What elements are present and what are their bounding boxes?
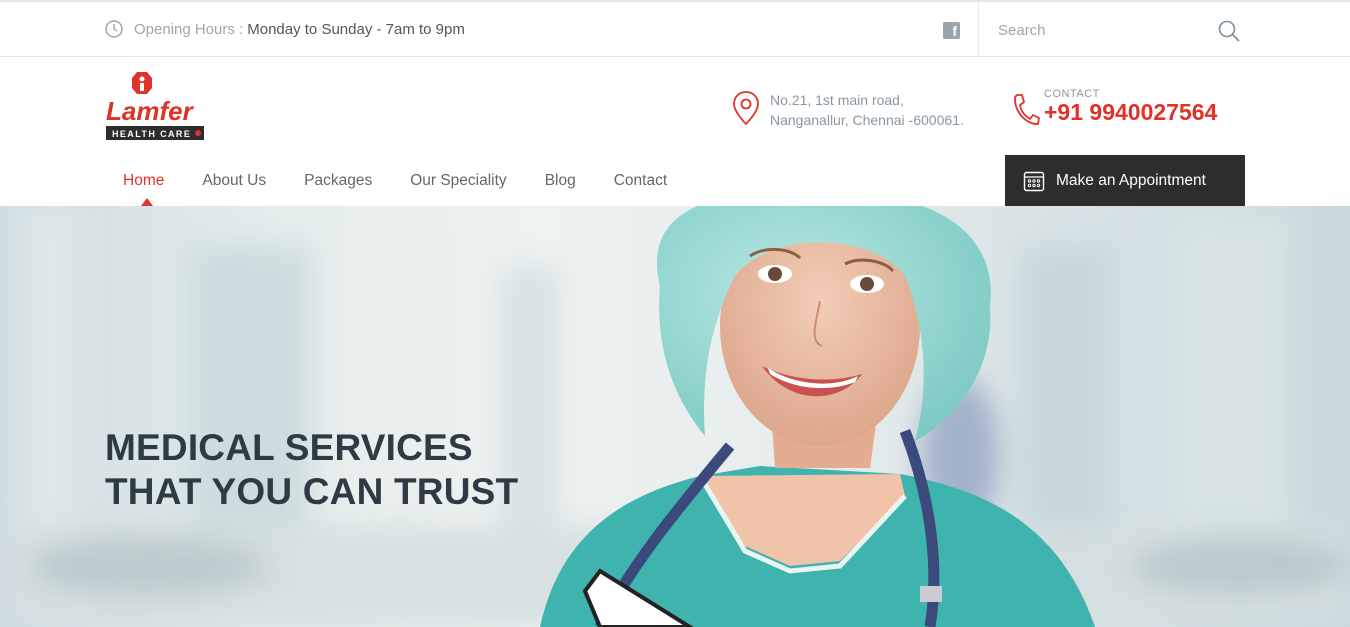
hours-value: Monday to Sunday - 7am to 9pm (247, 20, 465, 38)
logo-wordmark: Lamfer (106, 96, 195, 126)
address-line-2: Nanganallur, Chennai -600061. (770, 112, 964, 128)
hero-heading-line-2: THAT YOU CAN TRUST (105, 471, 519, 512)
lamfer-logo[interactable]: Lamfer HEALTH CARE (104, 70, 208, 142)
facebook-icon[interactable]: f (943, 22, 960, 39)
nav-packages[interactable]: Packages (304, 168, 372, 194)
search-box (978, 2, 1350, 57)
calendar-icon (1023, 171, 1045, 191)
nav-about-us[interactable]: About Us (202, 168, 266, 194)
appointment-label: Make an Appointment (1056, 171, 1206, 189)
hero-banner: MEDICAL SERVICES THAT YOU CAN TRUST (0, 206, 1350, 627)
contact-phone[interactable]: +91 9940027564 (1044, 99, 1217, 126)
nav-home[interactable]: Home (123, 168, 164, 194)
hero-heading: MEDICAL SERVICES THAT YOU CAN TRUST (105, 426, 518, 514)
opening-hours: Opening Hours : Monday to Sunday - 7am t… (104, 19, 465, 39)
address-line-1: No.21, 1st main road, (770, 92, 904, 108)
hours-label: Opening Hours : (134, 20, 244, 38)
address-block: No.21, 1st main road, Nanganallur, Chenn… (732, 90, 964, 130)
hero-image (0, 206, 1350, 627)
search-icon[interactable] (1217, 19, 1241, 43)
logo-tagline: HEALTH CARE (112, 129, 191, 139)
phone-icon (1014, 94, 1040, 125)
hero-heading-line-1: MEDICAL SERVICES (105, 427, 473, 468)
clock-icon (105, 20, 123, 38)
active-nav-indicator (141, 198, 153, 206)
make-appointment-button[interactable]: Make an Appointment (1005, 155, 1245, 206)
nav-contact[interactable]: Contact (614, 168, 667, 194)
nav-blog[interactable]: Blog (545, 168, 576, 194)
nav-our-speciality[interactable]: Our Speciality (410, 168, 506, 194)
top-bar: Opening Hours : Monday to Sunday - 7am t… (0, 0, 1350, 57)
search-input[interactable] (998, 19, 1208, 41)
contact-block: CONTACT +91 9940027564 (1010, 88, 1217, 128)
location-pin-icon (733, 91, 759, 126)
main-nav: Home About Us Packages Our Speciality Bl… (104, 168, 705, 194)
